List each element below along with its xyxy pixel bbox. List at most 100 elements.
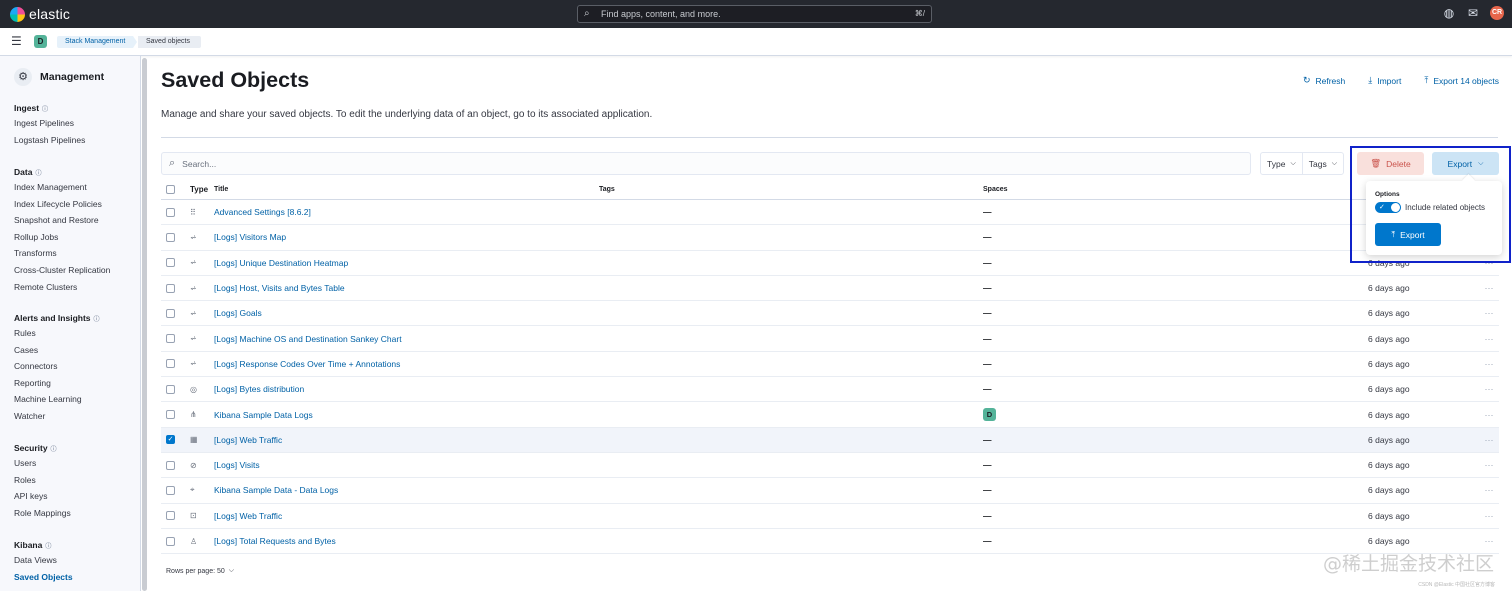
watermark-small: CSDN @Elastic 中国社区官方博客 <box>1418 582 1495 588</box>
notifications-icon[interactable]: ✉ <box>1466 6 1480 20</box>
refresh-button[interactable]: ↻ Refresh <box>1303 75 1345 86</box>
search-session-icon: ⊘ <box>190 460 197 470</box>
updated-cell: 6 days ago <box>1368 308 1410 319</box>
row-checkbox[interactable] <box>166 207 175 217</box>
spaces-empty: — <box>983 358 992 369</box>
row-actions-icon[interactable]: ··· <box>1479 384 1499 394</box>
object-title-link[interactable]: [Logs] Web Traffic <box>214 511 599 521</box>
object-title-link[interactable]: Advanced Settings [8.6.2] <box>214 207 599 217</box>
sidebar-item-remote-clusters[interactable]: Remote Clusters <box>14 279 110 296</box>
rows-per-page-button[interactable]: Rows per page: 50 ⌵ <box>166 567 234 575</box>
space-badge[interactable]: D <box>983 408 996 422</box>
sidebar-group-data: Data ⓘ Index Management Index Lifecycle P… <box>14 165 110 295</box>
row-actions-icon[interactable]: ··· <box>1479 283 1499 293</box>
object-title-link[interactable]: [Logs] Web Traffic <box>214 435 599 445</box>
table-row: ⩫[Logs] Visitors Map—··· <box>161 225 1499 251</box>
sidebar-item-ilm-policies[interactable]: Index Lifecycle Policies <box>14 196 110 213</box>
user-avatar[interactable]: CR <box>1490 6 1504 20</box>
row-checkbox[interactable] <box>166 232 175 242</box>
row-checkbox[interactable] <box>166 511 175 521</box>
row-checkbox[interactable] <box>166 334 175 344</box>
row-actions-icon[interactable]: ··· <box>1479 536 1499 546</box>
object-title-link[interactable]: [Logs] Visits <box>214 460 599 470</box>
row-checkbox[interactable] <box>166 485 175 495</box>
object-title-link[interactable]: [Logs] Visitors Map <box>214 232 599 242</box>
sidebar-group-label: Alerts and Insights <box>14 313 91 323</box>
sidebar-scrollbar[interactable] <box>142 58 147 591</box>
row-actions-icon[interactable]: ··· <box>1479 460 1499 470</box>
export-all-button[interactable]: ⤒ Export 14 objects <box>1424 75 1499 86</box>
sidebar-item-ingest-pipelines[interactable]: Ingest Pipelines <box>14 115 85 132</box>
spaces-empty: — <box>983 384 992 395</box>
type-filter-button[interactable]: Type ⌵ <box>1261 153 1302 174</box>
spaces-cell: D <box>983 408 1368 422</box>
sidebar-item-rollup-jobs[interactable]: Rollup Jobs <box>14 229 110 246</box>
row-actions-icon[interactable]: ··· <box>1479 359 1499 369</box>
row-actions-icon[interactable]: ··· <box>1479 435 1499 445</box>
row-actions-icon[interactable]: ··· <box>1479 334 1499 344</box>
row-checkbox[interactable] <box>166 283 175 293</box>
column-tags: Tags <box>599 186 615 193</box>
sidebar-item-machine-learning[interactable]: Machine Learning <box>14 391 100 408</box>
table-row: ⩫ [Logs] Machine OS and Destination Sanke… <box>161 326 1499 352</box>
help-icon[interactable]: ◍ <box>1442 6 1456 20</box>
sidebar-group-ingest: Ingest ⓘ Ingest Pipelines Logstash Pipeli… <box>14 101 85 148</box>
sidebar-item-index-management[interactable]: Index Management <box>14 179 110 196</box>
sidebar-item-cases[interactable]: Cases <box>14 342 100 359</box>
row-checkbox[interactable] <box>166 258 175 268</box>
sidebar-item-data-views[interactable]: Data Views <box>14 552 73 569</box>
sidebar-item-saved-objects[interactable]: Saved Objects <box>14 569 73 586</box>
column-type[interactable]: Type <box>186 185 214 194</box>
object-title-link[interactable]: Kibana Sample Data Logs <box>214 410 599 420</box>
spaces-cell: — <box>983 207 1368 217</box>
elastic-logo[interactable]: elastic <box>10 6 70 22</box>
breadcrumb-saved-objects: Saved objects <box>138 36 201 48</box>
spaces-cell: — <box>983 485 1368 495</box>
sidebar-item-ccr[interactable]: Cross-Cluster Replication <box>14 262 110 279</box>
search-icon: ⌕ <box>169 157 176 169</box>
tags-filter-button[interactable]: Tags ⌵ <box>1301 153 1343 174</box>
sidebar-item-snapshot-restore[interactable]: Snapshot and Restore <box>14 212 110 229</box>
info-icon: ⓘ <box>42 106 49 113</box>
row-actions-icon[interactable]: ··· <box>1479 410 1499 420</box>
row-checkbox[interactable] <box>166 536 175 546</box>
sidebar-item-role-mappings[interactable]: Role Mappings <box>14 505 71 522</box>
gear-icon: ⚙ <box>14 68 32 86</box>
sidebar-item-roles[interactable]: Roles <box>14 472 71 489</box>
object-title-link[interactable]: Kibana Sample Data - Data Logs <box>214 485 599 495</box>
column-title[interactable]: Title <box>214 186 599 193</box>
sidebar-item-api-keys[interactable]: API keys <box>14 488 71 505</box>
breadcrumb-stack-management[interactable]: Stack Management <box>57 36 137 48</box>
object-title-link[interactable]: [Logs] Host, Visits and Bytes Table <box>214 283 599 293</box>
row-checkbox[interactable] <box>166 460 175 470</box>
row-checkbox[interactable]: ✓ <box>166 435 175 445</box>
object-title-link[interactable]: [Logs] Total Requests and Bytes <box>214 536 599 546</box>
object-title-link[interactable]: [Logs] Bytes distribution <box>214 384 599 394</box>
sidebar-item-connectors[interactable]: Connectors <box>14 358 100 375</box>
table-search-input[interactable]: ⌕ Search... <box>161 152 1251 175</box>
row-checkbox[interactable] <box>166 308 175 318</box>
row-checkbox[interactable] <box>166 384 175 394</box>
import-button[interactable]: ⤓ Import <box>1368 75 1401 86</box>
global-search-input[interactable]: ⌕ Find apps, content, and more. ⌘/ <box>577 5 932 23</box>
menu-icon[interactable]: ☰ <box>11 35 22 47</box>
sidebar-item-rules[interactable]: Rules <box>14 325 100 342</box>
row-checkbox[interactable] <box>166 359 175 369</box>
sidebar-item-transforms[interactable]: Transforms <box>14 245 110 262</box>
sidebar-group-label: Security <box>14 443 48 453</box>
object-title-link[interactable]: [Logs] Machine OS and Destination Sankey… <box>214 334 599 344</box>
space-badge[interactable]: D <box>34 35 47 48</box>
sidebar-item-logstash-pipelines[interactable]: Logstash Pipelines <box>14 132 85 149</box>
sidebar-item-watcher[interactable]: Watcher <box>14 408 100 425</box>
object-title-link[interactable]: [Logs] Goals <box>214 308 599 318</box>
object-title-link[interactable]: [Logs] Unique Destination Heatmap <box>214 258 599 268</box>
row-actions-icon[interactable]: ··· <box>1479 511 1499 521</box>
object-title-link[interactable]: [Logs] Response Codes Over Time + Annota… <box>214 359 599 369</box>
sidebar-item-users[interactable]: Users <box>14 455 71 472</box>
sidebar-item-reporting[interactable]: Reporting <box>14 375 100 392</box>
select-all-checkbox[interactable] <box>166 185 175 194</box>
row-actions-icon[interactable]: ··· <box>1479 485 1499 495</box>
row-actions-icon[interactable]: ··· <box>1479 308 1499 318</box>
row-checkbox[interactable] <box>166 410 175 420</box>
watermark: @稀土掘金技术社区 <box>1322 553 1494 575</box>
